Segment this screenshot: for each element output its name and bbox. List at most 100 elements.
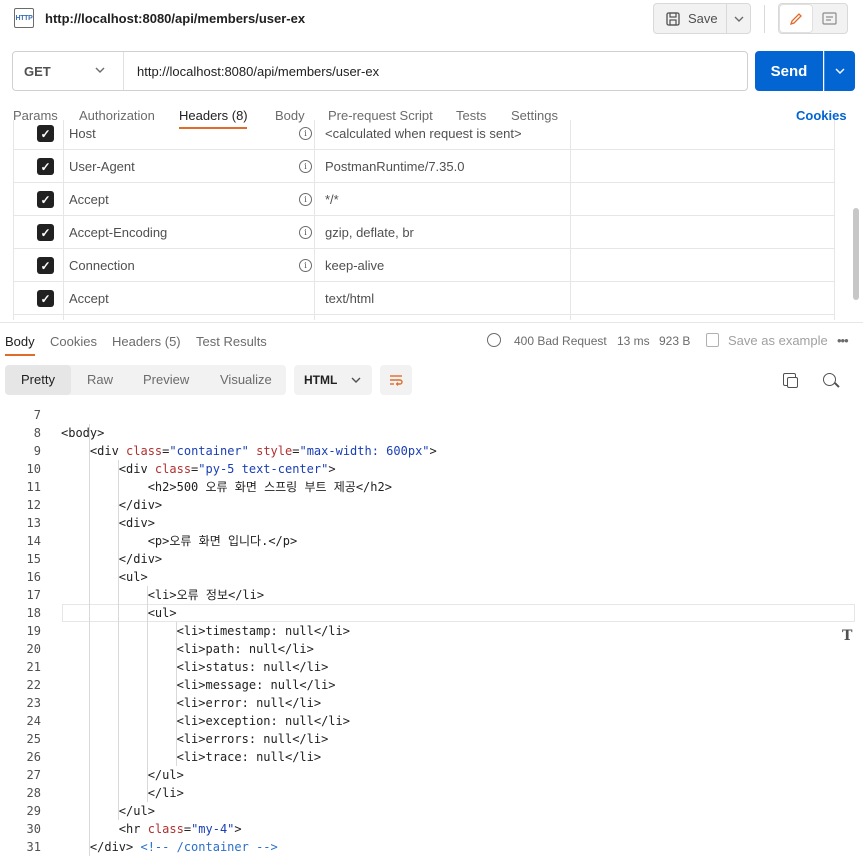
cell-divider (570, 120, 571, 150)
code-token-tag: </div> (61, 498, 163, 512)
more-options-icon[interactable]: ••• (837, 333, 849, 348)
view-pretty[interactable]: Pretty (21, 372, 55, 387)
cell-divider (63, 183, 64, 216)
search-icon[interactable] (823, 373, 836, 386)
code-line: 14 <p>오류 화면 입니다.</p> (0, 532, 863, 550)
code-text: </div> (61, 496, 162, 514)
header-row[interactable]: ✓ Accept-Encoding i gzip, deflate, br (14, 216, 834, 249)
text-cursor-icon: T (842, 628, 853, 644)
save-example-icon (706, 333, 719, 347)
code-token-tag: <div> (61, 516, 155, 530)
globe-icon[interactable] (487, 333, 501, 347)
docs-mode-button[interactable] (814, 5, 844, 32)
save-label: Save (688, 11, 718, 26)
header-key[interactable]: Accept (69, 291, 109, 306)
line-number: 16 (26, 570, 41, 584)
chevron-down-icon (351, 377, 361, 383)
response-size[interactable]: 923 B (659, 334, 690, 348)
view-raw[interactable]: Raw (87, 372, 113, 387)
scrollbar[interactable] (853, 208, 859, 300)
header-key[interactable]: Host (69, 126, 96, 141)
tab-test-results[interactable]: Test Results (196, 334, 267, 349)
info-icon[interactable]: i (299, 226, 312, 239)
code-text: <li>message: null</li> (61, 676, 336, 694)
line-number: 29 (26, 804, 41, 818)
header-value[interactable]: <calculated when request is sent> (325, 126, 522, 141)
url-divider (123, 52, 124, 90)
edit-mode-button[interactable] (780, 5, 812, 32)
save-as-example-button[interactable]: Save as example (728, 333, 828, 348)
header-enabled-checkbox[interactable]: ✓ (37, 125, 54, 142)
info-icon[interactable]: i (299, 160, 312, 173)
code-text: <li>status: null</li> (61, 658, 329, 676)
header-value[interactable]: text/html (325, 291, 374, 306)
code-token-str: "container" (169, 444, 249, 458)
code-token-tag: <hr (61, 822, 148, 836)
view-visualize[interactable]: Visualize (220, 372, 272, 387)
header-value[interactable]: gzip, deflate, br (325, 225, 414, 240)
code-text: <ul> (61, 568, 148, 586)
search-icon-handle (834, 382, 840, 388)
header-value[interactable]: */* (325, 192, 339, 207)
header-enabled-checkbox[interactable]: ✓ (37, 290, 54, 307)
cell-divider (314, 120, 315, 150)
code-line: 18 <ul> (0, 604, 863, 622)
header-row[interactable]: ✓ Connection i keep-alive (14, 249, 834, 282)
code-line: 21 <li>status: null</li> (0, 658, 863, 676)
cell-divider (570, 249, 571, 282)
code-line: 7 (0, 406, 863, 424)
view-preview[interactable]: Preview (143, 372, 189, 387)
info-icon[interactable]: i (299, 193, 312, 206)
save-button[interactable]: Save (653, 3, 727, 34)
tab-response-body[interactable]: Body (5, 334, 35, 349)
code-text: </li> (61, 784, 184, 802)
wrap-icon (390, 375, 403, 386)
header-value[interactable]: keep-alive (325, 258, 384, 273)
header-row[interactable]: ✓ User-Agent i PostmanRuntime/7.35.0 (14, 150, 834, 183)
format-label: HTML (304, 373, 338, 387)
format-select[interactable]: HTML (294, 365, 372, 395)
send-options-button[interactable] (824, 51, 855, 91)
method-select[interactable]: GET (24, 64, 51, 79)
header-enabled-checkbox[interactable]: ✓ (37, 191, 54, 208)
method-chevron-icon[interactable] (95, 62, 105, 76)
send-button[interactable]: Send (755, 51, 823, 91)
response-body-code[interactable]: 7 8 <body> 9 <div class="container" style="… (0, 404, 863, 866)
status-code[interactable]: 400 Bad Request (514, 334, 607, 348)
header-key[interactable]: Connection (69, 258, 135, 273)
tab-response-cookies[interactable]: Cookies (50, 334, 97, 349)
copy-icon-front[interactable] (787, 377, 798, 388)
line-number: 7 (33, 408, 41, 422)
code-token-tag: <li>status: null</li> (61, 660, 329, 674)
header-row[interactable]: ✓ Accept text/html (14, 282, 834, 315)
info-icon[interactable]: i (299, 127, 312, 140)
response-time[interactable]: 13 ms (617, 334, 650, 348)
header-enabled-checkbox[interactable]: ✓ (37, 158, 54, 175)
cell-divider (314, 282, 315, 315)
header-value[interactable]: PostmanRuntime/7.35.0 (325, 159, 464, 174)
url-input[interactable]: http://localhost:8080/api/members/user-e… (137, 64, 379, 79)
header-row[interactable]: ✓ Host i <calculated when request is sent> (14, 120, 834, 150)
code-line: 16 <ul> (0, 568, 863, 586)
header-row-empty[interactable] (14, 315, 834, 320)
line-number: 11 (26, 480, 41, 494)
code-text: <li>trace: null</li> (61, 748, 322, 766)
chevron-down-icon (835, 68, 845, 74)
code-text: <div> (61, 514, 155, 532)
header-key[interactable]: User-Agent (69, 159, 135, 174)
code-line: 15 </div> (0, 550, 863, 568)
request-title[interactable]: http://localhost:8080/api/members/user-e… (45, 11, 305, 26)
pane-divider[interactable] (0, 322, 863, 323)
line-number: 20 (26, 642, 41, 656)
pencil-icon (789, 12, 802, 25)
info-icon[interactable]: i (299, 259, 312, 272)
header-key[interactable]: Accept-Encoding (69, 225, 167, 240)
wrap-lines-button[interactable] (380, 365, 412, 395)
header-key[interactable]: Accept (69, 192, 109, 207)
header-row[interactable]: ✓ Accept i */* (14, 183, 834, 216)
header-enabled-checkbox[interactable]: ✓ (37, 224, 54, 241)
save-options-button[interactable] (726, 3, 751, 34)
header-enabled-checkbox[interactable]: ✓ (37, 257, 54, 274)
code-token-str: "my-4" (191, 822, 235, 836)
tab-response-headers[interactable]: Headers (5) (112, 334, 181, 349)
